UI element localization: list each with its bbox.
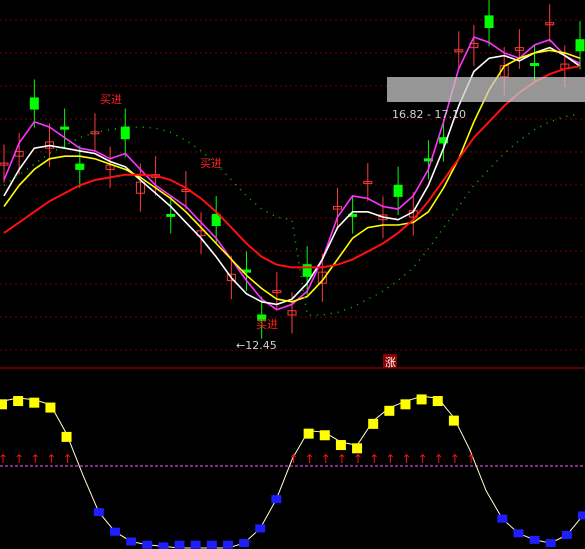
oscillator-high-block bbox=[319, 430, 330, 441]
candle-body bbox=[575, 39, 585, 52]
oscillator-high-block bbox=[448, 415, 459, 426]
oscillator-low-block bbox=[109, 527, 120, 536]
oscillator-low-block bbox=[206, 540, 217, 549]
oscillator-high-block bbox=[335, 440, 346, 451]
oscillator-high-block bbox=[303, 428, 314, 439]
candle-body bbox=[75, 163, 85, 170]
oscillator-high-block bbox=[61, 431, 72, 442]
signal-arrow: ↑ bbox=[401, 452, 411, 466]
signal-arrow: ↑ bbox=[418, 452, 428, 466]
oscillator-high-block bbox=[45, 402, 56, 413]
oscillator-low-block bbox=[271, 495, 282, 504]
oscillator-high-block bbox=[416, 394, 427, 405]
oscillator-high-block bbox=[384, 405, 395, 416]
buy-signal-1: 买进 bbox=[100, 93, 122, 106]
candle-body bbox=[530, 63, 540, 67]
signal-arrow: ↑ bbox=[337, 452, 347, 466]
oscillator-low-block bbox=[93, 508, 104, 517]
oscillator-low-block bbox=[239, 539, 250, 548]
signal-arrow: ↑ bbox=[385, 452, 395, 466]
oscillator-low-block bbox=[142, 540, 153, 549]
oscillator-high-block bbox=[368, 418, 379, 429]
oscillator-low-block bbox=[158, 542, 169, 549]
oscillator-low-block bbox=[255, 524, 266, 533]
price-range-box bbox=[387, 77, 585, 102]
oscillator-high-block bbox=[432, 396, 443, 407]
signal-arrow: ↑ bbox=[30, 452, 40, 466]
oscillator-low-block bbox=[529, 535, 540, 544]
signal-arrow: ↑ bbox=[46, 452, 56, 466]
oscillator-line bbox=[1, 395, 584, 549]
price-range-label: 16.82 - 17.10 bbox=[392, 108, 466, 121]
signal-arrow: ↑ bbox=[14, 452, 24, 466]
oscillator-low-block bbox=[126, 537, 137, 546]
signal-arrow: ↑ bbox=[353, 452, 363, 466]
oscillator-low-block bbox=[545, 539, 556, 548]
stock-chart: 16.82 - 17.10 买进 买进 买进 ←12.45 涨 ↑ ↑ ↑ ↑ ↑ ↑ ↑ ↑… bbox=[0, 0, 585, 549]
signal-arrow: ↑ bbox=[321, 452, 331, 466]
candle-body bbox=[393, 184, 403, 197]
oscillator-panel: ↑ ↑ ↑ ↑ ↑ ↑ ↑ ↑ ↑ ↑ ↑ ↑ ↑ ↑ ↑ ↑ ↑ bbox=[0, 394, 585, 549]
buy-signal-2: 买进 bbox=[200, 157, 222, 170]
oscillator-low-block bbox=[222, 540, 233, 549]
oscillator-high-block bbox=[0, 399, 7, 410]
signal-arrow: ↑ bbox=[434, 452, 444, 466]
signal-arrow: ↑ bbox=[369, 452, 379, 466]
low-price-marker: ←12.45 bbox=[236, 339, 277, 352]
oscillator-low-block bbox=[513, 529, 524, 538]
signal-arrow: ↑ bbox=[0, 452, 8, 466]
candlesticks bbox=[0, 0, 585, 339]
buy-signal-3: 买进 bbox=[256, 318, 278, 331]
chart-stage: 16.82 - 17.10 买进 买进 买进 ←12.45 涨 ↑ ↑ ↑ ↑ ↑ ↑ ↑ ↑… bbox=[0, 0, 585, 549]
oscillator-low-block bbox=[497, 514, 508, 523]
candle-body bbox=[166, 213, 176, 217]
oscillator-low-block bbox=[578, 511, 585, 520]
signal-arrow: ↑ bbox=[305, 452, 315, 466]
candle-body bbox=[60, 126, 70, 130]
oscillator-high-block bbox=[29, 397, 40, 408]
candle-body bbox=[484, 15, 494, 29]
oscillator-high-block bbox=[13, 396, 24, 407]
dotted-band-line bbox=[3, 113, 581, 316]
signal-arrow: ↑ bbox=[289, 452, 299, 466]
buy-signal-label: 买进 bbox=[100, 93, 122, 106]
rise-badge: 涨 bbox=[385, 356, 396, 369]
signal-arrow: ↑ bbox=[63, 452, 73, 466]
signal-arrow: ↑ bbox=[450, 452, 460, 466]
buy-signal-label: 买进 bbox=[256, 318, 278, 331]
oscillator-low-block bbox=[190, 540, 201, 549]
oscillator-low-block bbox=[174, 540, 185, 549]
candle-body bbox=[29, 97, 39, 110]
oscillator-high-block bbox=[400, 399, 411, 410]
oscillator-low-block bbox=[561, 530, 572, 539]
candle-body bbox=[120, 126, 130, 140]
signal-arrow: ↑ bbox=[466, 452, 476, 466]
buy-signal-label: 买进 bbox=[200, 157, 222, 170]
